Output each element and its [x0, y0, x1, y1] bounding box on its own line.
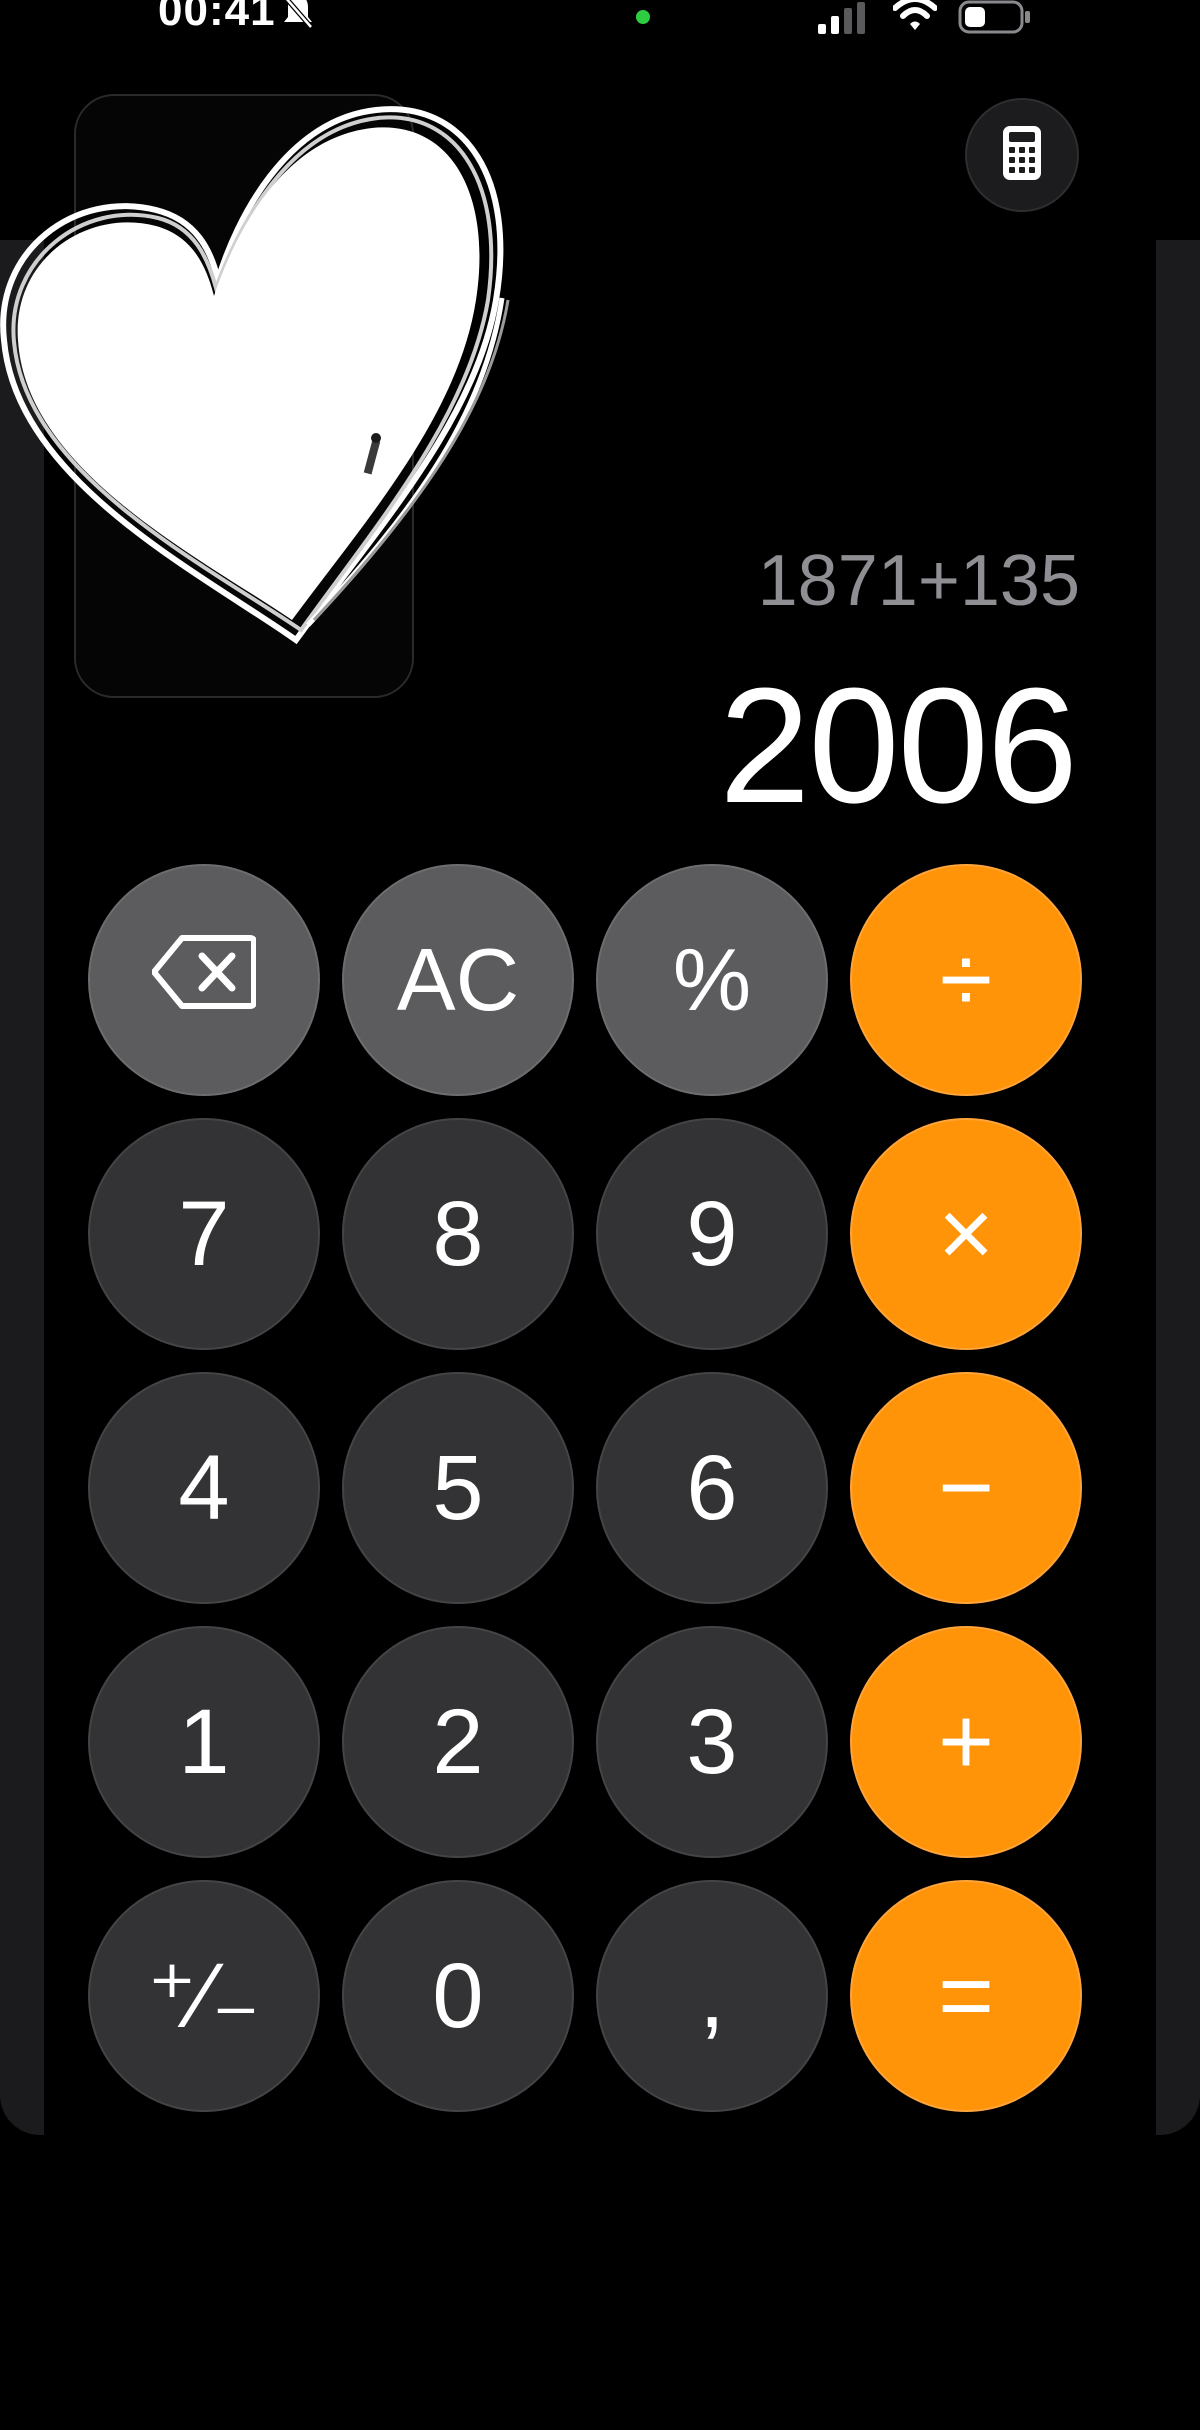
digit-4-key[interactable]: 4	[88, 1372, 320, 1604]
decimal-comma-key-label: ,	[699, 1945, 725, 2047]
clock-text: 00:41	[158, 0, 276, 35]
digit-2-key[interactable]: 2	[342, 1626, 574, 1858]
digit-0-key[interactable]: 0	[342, 1880, 574, 2112]
digit-8-key[interactable]: 8	[342, 1118, 574, 1350]
plus-minus-key-label: ⁺∕₋	[147, 1945, 261, 2047]
backspace-icon	[151, 929, 257, 1031]
add-key-label: +	[937, 1688, 995, 1795]
bell-slash-icon	[282, 0, 314, 31]
status-bar: 00:41	[0, 0, 1200, 44]
divide-key-label: ÷	[939, 926, 993, 1033]
status-time: 00:41	[158, 0, 314, 36]
multiply-key-label: ×	[937, 1180, 995, 1287]
camera-indicator-dot	[636, 10, 650, 24]
cellular-signal-icon	[818, 2, 872, 34]
wifi-icon	[892, 0, 938, 32]
backspace-key[interactable]	[88, 864, 320, 1096]
percent-key[interactable]: %	[596, 864, 828, 1096]
plus-minus-key[interactable]: ⁺∕₋	[88, 1880, 320, 2112]
digit-5-key[interactable]: 5	[342, 1372, 574, 1604]
digit-6-key[interactable]: 6	[596, 1372, 828, 1604]
calculator-mode-button[interactable]	[965, 98, 1079, 212]
digit-6-key-label: 6	[686, 1437, 738, 1539]
digit-4-key-label: 4	[178, 1437, 230, 1539]
equals-key-label: =	[937, 1942, 995, 2049]
result-display: 2006	[719, 654, 1078, 837]
expression-display: 1871+135	[757, 541, 1080, 621]
multiply-key[interactable]: ×	[850, 1118, 1082, 1350]
digit-3-key-label: 3	[686, 1691, 738, 1793]
all-clear-key[interactable]: AC	[342, 864, 574, 1096]
equals-key[interactable]: =	[850, 1880, 1082, 2112]
digit-3-key[interactable]: 3	[596, 1626, 828, 1858]
digit-1-key-label: 1	[178, 1691, 230, 1793]
digit-8-key-label: 8	[432, 1183, 484, 1285]
heart-sticker[interactable]	[0, 100, 516, 680]
digit-7-key[interactable]: 7	[88, 1118, 320, 1350]
subtract-key-label: −	[937, 1434, 995, 1541]
all-clear-key-label: AC	[396, 930, 520, 1029]
digit-9-key-label: 9	[686, 1183, 738, 1285]
digit-7-key-label: 7	[178, 1183, 230, 1285]
decimal-comma-key[interactable]: ,	[596, 1880, 828, 2112]
digit-5-key-label: 5	[432, 1437, 484, 1539]
percent-key-label: %	[672, 930, 752, 1029]
right-side-panel	[1156, 240, 1200, 2135]
calculator-icon	[1002, 125, 1042, 186]
digit-0-key-label: 0	[432, 1945, 484, 2047]
divide-key[interactable]: ÷	[850, 864, 1082, 1096]
battery-icon	[958, 0, 1032, 34]
digit-1-key[interactable]: 1	[88, 1626, 320, 1858]
digit-9-key[interactable]: 9	[596, 1118, 828, 1350]
add-key[interactable]: +	[850, 1626, 1082, 1858]
subtract-key[interactable]: −	[850, 1372, 1082, 1604]
digit-2-key-label: 2	[432, 1691, 484, 1793]
